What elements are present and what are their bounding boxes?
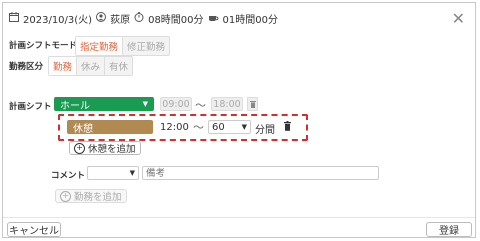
- header-person: 荻原: [110, 15, 131, 26]
- break-minutes-value: 60: [212, 121, 225, 133]
- shift-delete-trash-icon[interactable]: [247, 97, 258, 111]
- shift-end-input[interactable]: 18:00: [211, 97, 243, 111]
- chevron-down-icon: ▼: [129, 169, 135, 177]
- add-work-button[interactable]: + 勤務を追加: [55, 189, 127, 203]
- plan-mode-label: 計画シフトモード: [9, 41, 78, 51]
- comment-select[interactable]: ▼: [87, 166, 139, 180]
- break-type-value: 休憩: [73, 123, 93, 135]
- plan-shift-label: 計画シフト: [9, 102, 52, 112]
- coffee-cup-icon: [208, 12, 219, 25]
- work-type-option-off[interactable]: 休み: [77, 57, 106, 75]
- add-break-label: 休憩を追加: [88, 144, 136, 155]
- chevron-down-icon: ▼: [241, 123, 247, 131]
- break-minutes-select[interactable]: 60 ▼: [208, 120, 251, 134]
- cancel-button[interactable]: キャンセル: [7, 222, 61, 237]
- add-work-label: 勤務を追加: [74, 192, 122, 203]
- break-tilde: 〜: [193, 121, 204, 134]
- work-type-toggle: 勤務 休み 有休: [48, 56, 134, 76]
- break-type-select[interactable]: 休憩: [67, 120, 153, 135]
- plus-circle-icon: +: [60, 190, 71, 202]
- plan-mode-option-modified[interactable]: 修正勤務: [123, 37, 170, 55]
- person-icon: [96, 12, 107, 25]
- plan-mode-toggle: 指定勤務 修正勤務: [75, 36, 171, 56]
- footer-divider: [3, 217, 475, 218]
- plus-circle-icon: +: [74, 142, 85, 154]
- dialog-header: 2023/10/3(火) 荻原 08時間00分 01時間00分: [9, 11, 278, 26]
- work-type-label: 勤務区分: [9, 62, 44, 72]
- plan-mode-option-designated[interactable]: 指定勤務: [76, 37, 124, 55]
- comment-label: コメント: [51, 171, 86, 181]
- break-delete-trash-icon[interactable]: [284, 121, 291, 134]
- header-work-hours: 08時間00分: [148, 15, 204, 26]
- location-value: ホール: [60, 100, 90, 112]
- calendar-icon: [9, 12, 19, 25]
- stopwatch-icon: [134, 12, 144, 25]
- close-icon[interactable]: ✕: [452, 9, 465, 28]
- header-date: 2023/10/3(火): [23, 15, 93, 26]
- break-start-input[interactable]: 12:00: [157, 120, 191, 134]
- work-type-option-work[interactable]: 勤務: [49, 57, 78, 75]
- header-break-hours: 01時間00分: [222, 15, 278, 26]
- register-button[interactable]: 登録: [426, 222, 472, 237]
- shift-dialog: 2023/10/3(火) 荻原 08時間00分 01時間00分 ✕ 計画シフトモ…: [2, 2, 476, 238]
- break-unit-label: 分間: [255, 125, 275, 136]
- location-select[interactable]: ホール ▼: [54, 97, 154, 112]
- work-type-option-paid-leave[interactable]: 有休: [105, 57, 133, 75]
- add-break-button[interactable]: + 休憩を追加: [69, 141, 141, 155]
- shift-tilde: 〜: [195, 99, 206, 112]
- comment-input[interactable]: [142, 166, 379, 180]
- shift-start-input[interactable]: 09:00: [160, 97, 192, 111]
- chevron-down-icon: ▼: [142, 100, 148, 108]
